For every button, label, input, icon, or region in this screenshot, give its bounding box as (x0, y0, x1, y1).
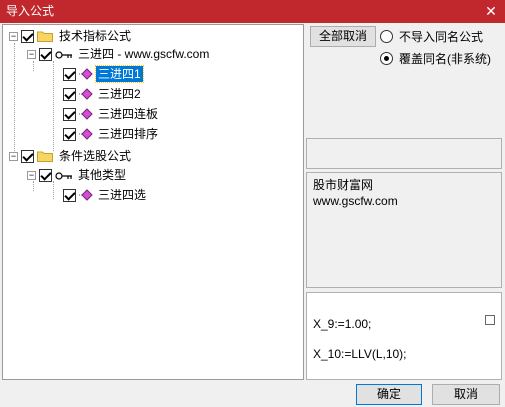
checkbox[interactable] (63, 87, 76, 101)
formula-tree[interactable]: − 技术指标公式 − 三进四 - www.gscfw.com 三进四1 三进四2 (2, 24, 304, 380)
description-box (306, 138, 502, 169)
collapse-icon[interactable]: − (9, 31, 18, 41)
formula-code-panel[interactable]: X_9:=1.00; X_10:=LLV(L,10); (306, 292, 502, 380)
collapse-icon[interactable]: − (27, 170, 36, 180)
tree-node-label: 三进四1 (95, 65, 144, 83)
window-title: 导入公式 (6, 4, 55, 18)
ok-button[interactable]: 确定 (356, 384, 422, 405)
tree-node-formula[interactable]: 三进四2 (63, 85, 143, 103)
checkbox[interactable] (39, 168, 52, 182)
tree-node-label: 其他类型 (78, 168, 127, 182)
tree-node-formula[interactable]: 三进四排序 (63, 125, 160, 143)
tree-node-formula[interactable]: 三进四选 (63, 186, 148, 204)
tree-node-label: 技术指标公式 (59, 29, 132, 43)
tree-node-label: 三进四 - www.gscfw.com (78, 47, 210, 61)
radio-label: 覆盖同名(非系统) (399, 52, 491, 66)
radio-overwrite-duplicates[interactable]: 覆盖同名(非系统) (380, 50, 491, 67)
radio-button[interactable] (380, 30, 393, 43)
info-line: www.gscfw.com (313, 194, 398, 208)
tree-node-screening-formulas[interactable]: − 条件选股公式 (9, 147, 133, 165)
checkbox[interactable] (21, 29, 34, 43)
checkbox[interactable] (63, 127, 76, 141)
key-icon (55, 170, 73, 180)
checkbox[interactable] (63, 67, 76, 81)
tree-node-other-types[interactable]: − 其他类型 (27, 166, 128, 184)
tree-node-label: 三进四连板 (98, 107, 159, 121)
formula-icon (79, 108, 93, 120)
checkbox[interactable] (63, 188, 76, 202)
tree-node-formula-group[interactable]: − 三进四 - www.gscfw.com (27, 45, 211, 63)
tree-connector (53, 61, 54, 151)
formula-icon (79, 88, 93, 100)
tree-node-formula[interactable]: 三进四连板 (63, 105, 160, 123)
radio-skip-duplicates[interactable]: 不导入同名公式 (380, 28, 483, 45)
code-line: X_9:=1.00; (313, 317, 372, 331)
close-icon[interactable]: ✕ (483, 0, 499, 23)
radio-button[interactable] (380, 52, 393, 65)
tree-node-label: 三进四2 (98, 87, 141, 101)
checkbox[interactable] (39, 47, 52, 61)
code-line: X_10:=LLV(L,10); (313, 347, 407, 361)
formula-info-panel: 股市财富网 www.gscfw.com (306, 172, 502, 288)
key-icon (55, 49, 73, 59)
collapse-icon[interactable]: − (9, 151, 18, 161)
checkbox[interactable] (21, 149, 34, 163)
formula-icon (79, 68, 93, 80)
formula-icon (79, 189, 93, 201)
radio-label: 不导入同名公式 (399, 30, 484, 44)
tree-node-formula[interactable]: 三进四1 (63, 65, 144, 83)
tree-node-label: 条件选股公式 (59, 149, 132, 163)
title-bar: 导入公式 ✕ (0, 0, 505, 23)
deselect-all-button[interactable]: 全部取消 (310, 26, 376, 47)
checkbox[interactable] (485, 315, 495, 325)
tree-node-label: 三进四排序 (98, 127, 159, 141)
cancel-button[interactable]: 取消 (432, 384, 500, 405)
collapse-icon[interactable]: − (27, 49, 36, 59)
folder-icon (37, 30, 53, 42)
formula-icon (79, 128, 93, 140)
checkbox[interactable] (63, 107, 76, 121)
tree-node-label: 三进四选 (98, 188, 147, 202)
folder-icon (37, 150, 53, 162)
tree-connector (14, 43, 15, 161)
info-line: 股市财富网 (313, 178, 374, 192)
tree-node-indicator-formulas[interactable]: − 技术指标公式 (9, 27, 133, 45)
